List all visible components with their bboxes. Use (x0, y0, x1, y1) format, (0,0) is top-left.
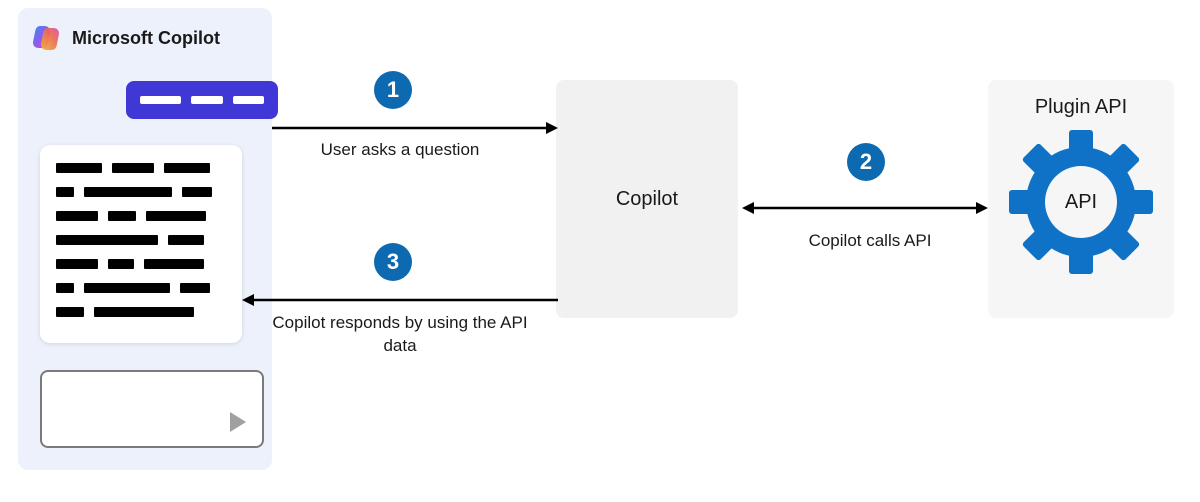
step-label-3: Copilot responds by using the API data (270, 312, 530, 358)
arrow-step-1 (270, 118, 560, 138)
placeholder-line (84, 283, 170, 293)
placeholder-line (56, 187, 74, 197)
placeholder-line (233, 96, 264, 104)
copilot-header: Microsoft Copilot (18, 8, 272, 64)
placeholder-line (146, 211, 206, 221)
step-number: 2 (860, 149, 872, 175)
step-number: 3 (387, 249, 399, 275)
response-card (40, 145, 242, 343)
diagram-canvas: Microsoft Copilot Copilot Plugin API (0, 0, 1200, 502)
placeholder-line (56, 235, 158, 245)
gear-icon: API (1006, 127, 1156, 277)
placeholder-line (56, 283, 74, 293)
placeholder-line (180, 283, 210, 293)
placeholder-line (191, 96, 222, 104)
placeholder-line (140, 96, 181, 104)
copilot-node: Copilot (556, 80, 738, 318)
copilot-panel: Microsoft Copilot (18, 8, 272, 470)
placeholder-line (164, 163, 210, 173)
placeholder-line (112, 163, 154, 173)
plugin-api-title: Plugin API (1035, 96, 1127, 119)
chat-input-box[interactable] (40, 370, 264, 448)
placeholder-line (168, 235, 204, 245)
send-icon[interactable] (230, 412, 246, 432)
step-number: 1 (387, 77, 399, 103)
step-label-2: Copilot calls API (790, 231, 950, 251)
placeholder-line (56, 163, 102, 173)
placeholder-line (84, 187, 172, 197)
user-message-bubble (126, 81, 278, 119)
copilot-logo-icon (30, 22, 62, 54)
step-badge-1: 1 (374, 71, 412, 109)
placeholder-line (56, 211, 98, 221)
plugin-api-node: Plugin API (988, 80, 1174, 318)
placeholder-line (56, 259, 98, 269)
step-badge-3: 3 (374, 243, 412, 281)
placeholder-line (108, 211, 136, 221)
placeholder-line (144, 259, 204, 269)
placeholder-line (56, 307, 84, 317)
placeholder-line (94, 307, 194, 317)
api-gear-label: API (1006, 127, 1156, 277)
placeholder-line (182, 187, 212, 197)
arrow-step-2 (740, 198, 990, 218)
step-badge-2: 2 (847, 143, 885, 181)
step-label-1: User asks a question (300, 140, 500, 160)
copilot-node-label: Copilot (616, 188, 678, 211)
panel-title: Microsoft Copilot (72, 28, 220, 49)
placeholder-line (108, 259, 134, 269)
arrow-step-3 (240, 290, 560, 310)
